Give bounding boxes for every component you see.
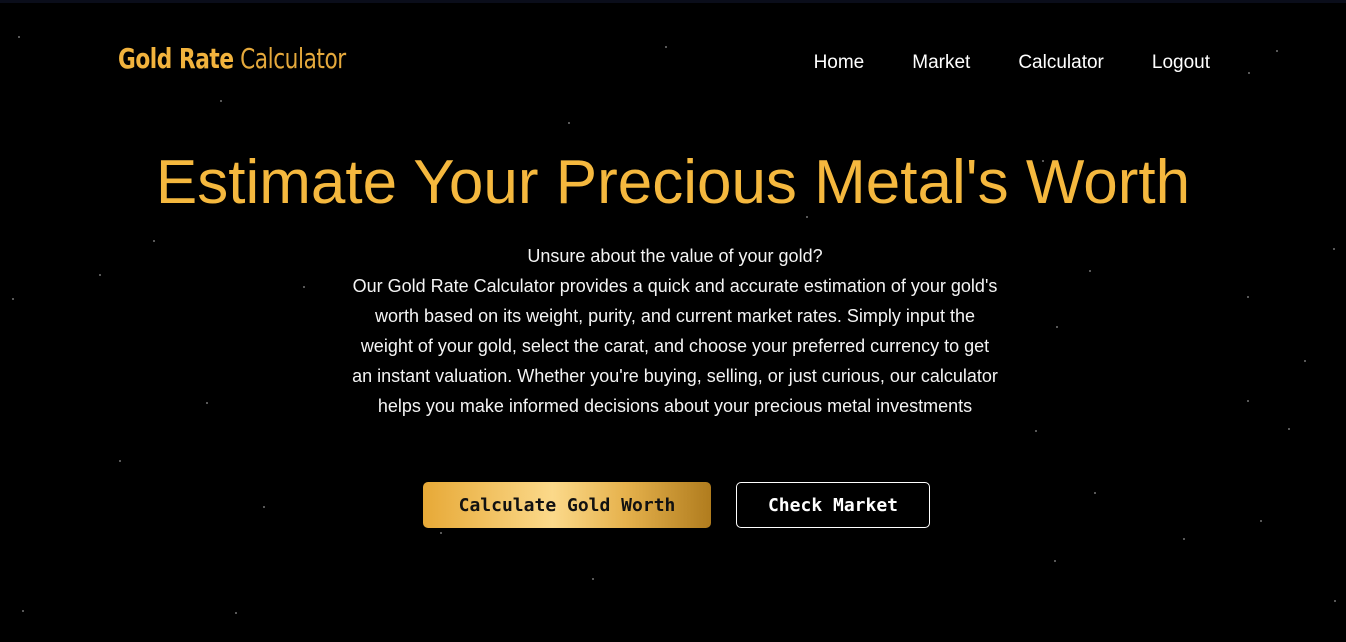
- calculate-gold-worth-button[interactable]: Calculate Gold Worth: [423, 482, 711, 528]
- check-market-button[interactable]: Check Market: [736, 482, 930, 528]
- nav-logout-link[interactable]: Logout: [1152, 52, 1210, 74]
- brand-logo[interactable]: Gold Rate Calculator: [118, 42, 346, 75]
- hero-lead-text: Unsure about the value of your gold?: [527, 246, 823, 266]
- main-nav: Home Market Calculator Logout: [814, 52, 1210, 74]
- top-edge: [0, 0, 1346, 3]
- nav-market-link[interactable]: Market: [912, 52, 970, 74]
- hero-body-text: Our Gold Rate Calculator provides a quic…: [352, 276, 998, 416]
- brand-name-bold: Gold Rate: [118, 42, 234, 75]
- hero-title: Estimate Your Precious Metal's Worth: [155, 148, 1191, 217]
- hero-description: Unsure about the value of your gold? Our…: [350, 241, 1000, 421]
- nav-calculator-link[interactable]: Calculator: [1018, 52, 1104, 74]
- nav-home-link[interactable]: Home: [814, 52, 865, 74]
- brand-name-light: Calculator: [240, 42, 346, 75]
